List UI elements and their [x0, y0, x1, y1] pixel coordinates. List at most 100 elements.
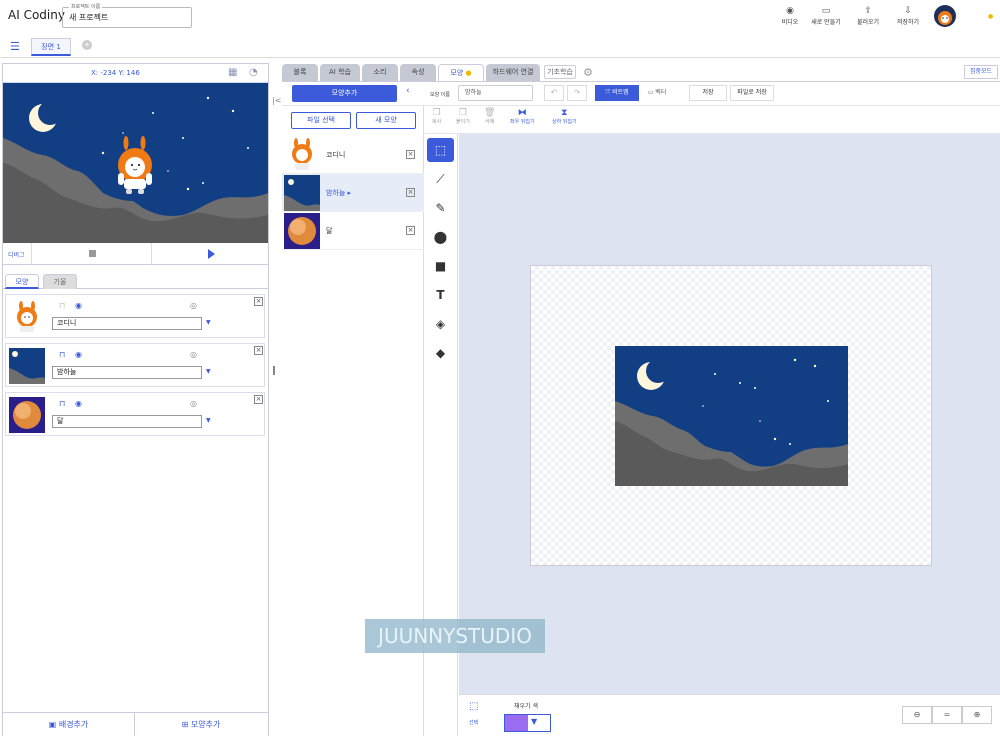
add-scene-icon[interactable]: + [82, 40, 92, 50]
object-thumbnail [9, 348, 45, 384]
close-icon[interactable]: × [406, 188, 415, 197]
costume-item[interactable]: 달 × [282, 212, 424, 250]
object-name-input[interactable]: 달 [52, 415, 202, 428]
circle-tool-icon[interactable]: ⬤ [427, 225, 454, 249]
chevron-down-icon[interactable]: ▼ [206, 417, 211, 424]
tab-blocks[interactable]: 블록 [282, 64, 318, 81]
left-panel: X: -234 Y: 146 ▦ ◔ 디버그 모양 기울 ⊓ ◉ ◎ × 코디니… [2, 63, 269, 736]
hide-eye-icon[interactable]: ◎ [190, 301, 197, 310]
object-item-night-sky[interactable]: ⊓ ◉ ◎ × 밤하늘 ▼ [5, 343, 265, 387]
new-button[interactable]: ▭ 새로 만들기 [806, 6, 846, 26]
lock-icon[interactable]: ⊓ [59, 399, 65, 408]
chevron-down-icon[interactable]: ▼ [206, 319, 211, 326]
text-tool-icon[interactable]: T [427, 283, 454, 307]
load-button[interactable]: ⇪ 불러오기 [848, 6, 888, 26]
save-to-file-button[interactable]: 파일로 저장 [730, 85, 774, 101]
collapse-icon[interactable]: |< [272, 96, 281, 105]
lock-icon[interactable]: ⊓ [59, 350, 65, 359]
save-button[interactable]: ⇩ 저장하기 [888, 6, 928, 26]
tab-properties[interactable]: 속성 [400, 64, 436, 81]
fill-color-swatch [505, 715, 528, 731]
chevron-down-icon[interactable]: ▼ [206, 368, 211, 375]
costume-name-input[interactable]: 밤하늘 [458, 85, 533, 101]
focus-mode-button[interactable]: 집중모드 [964, 65, 998, 79]
tab-basic-learning[interactable]: 기초학습 [544, 65, 576, 79]
gear-icon[interactable]: ⚙ [580, 64, 596, 81]
tab-shape[interactable]: 모양 [5, 274, 39, 289]
line-tool-icon[interactable]: ⟋ [427, 167, 454, 191]
save-costume-button[interactable]: 저장 [689, 85, 727, 101]
eye-icon[interactable]: ◉ [75, 301, 82, 310]
eraser-tool-icon[interactable]: ◆ [427, 341, 454, 365]
app-logo[interactable]: AI Codiny [8, 8, 65, 22]
paste-button[interactable]: ❐ 붙이기 [456, 108, 470, 125]
project-name-field[interactable]: 프로젝트 이름 새 프로젝트 [62, 3, 192, 28]
add-background-button[interactable]: ▣ 배경추가 [3, 713, 135, 736]
object-item-moon[interactable]: ⊓ ◉ ◎ × 달 ▼ [5, 392, 265, 436]
bitmap-mode-button[interactable]: ⤧ 비트맵 [595, 85, 639, 101]
eye-icon[interactable]: ◉ [75, 350, 82, 359]
stage-canvas[interactable] [3, 83, 268, 243]
zoom-in-button[interactable]: ⊕ [962, 706, 992, 724]
vector-mode-button[interactable]: ▭ 벡터 [639, 85, 675, 101]
close-icon[interactable]: × [254, 346, 263, 355]
copy-button[interactable]: ❐ 복사 [432, 108, 441, 125]
unlock-icon[interactable]: ⊓ [59, 301, 65, 310]
add-shape-button[interactable]: ⊞ 모양추가 [135, 713, 267, 736]
project-name-input[interactable]: 새 프로젝트 [69, 12, 108, 23]
tab-ai-learning[interactable]: AI 학습 [320, 64, 360, 81]
fill-tool-icon[interactable]: ◈ [427, 312, 454, 336]
tab-hardware[interactable]: 하드웨어 연결 [486, 64, 540, 81]
object-item-codiny[interactable]: ⊓ ◉ ◎ × 코디니 ▼ [5, 294, 265, 338]
tab-tilt[interactable]: 기울 [43, 274, 77, 289]
hide-eye-icon[interactable]: ◎ [190, 399, 197, 408]
file-select-button[interactable]: 파일 선택 [291, 112, 351, 129]
mouse-coords: X: -234 Y: 146 [91, 69, 140, 77]
stop-button[interactable] [89, 250, 96, 257]
fill-color-picker[interactable]: ▼ [504, 714, 551, 732]
hide-eye-icon[interactable]: ◎ [190, 350, 197, 359]
flip-vertical-button[interactable]: ⧗ 상하 뒤집기 [552, 108, 577, 125]
costume-item[interactable]: 코디니 × [282, 136, 424, 174]
stage-toolbar: X: -234 Y: 146 ▦ ◔ [3, 64, 268, 83]
new-file-icon: ▭ [821, 6, 831, 16]
zoom-out-button[interactable]: ⊖ [902, 706, 932, 724]
object-name-input[interactable]: 밤하늘 [52, 366, 202, 379]
close-icon[interactable]: × [406, 150, 415, 159]
play-button[interactable] [208, 249, 215, 259]
object-name-input[interactable]: 코디니 [52, 317, 202, 330]
close-icon[interactable]: × [254, 395, 263, 404]
grid-icon[interactable]: ▦ [228, 67, 237, 78]
delete-button[interactable]: 🗑 삭제 [484, 108, 495, 125]
close-icon[interactable]: × [406, 226, 415, 235]
eye-icon[interactable]: ◉ [75, 399, 82, 408]
flip-horizontal-button[interactable]: ⧓ 좌우 뒤집기 [510, 108, 535, 125]
select-cursor-icon[interactable]: ⬚ [469, 701, 478, 712]
avatar[interactable] [934, 5, 956, 27]
costume-item-selected[interactable]: 밤하늘 ▸ × [282, 174, 424, 212]
tab-shape[interactable]: 모양 ● [438, 64, 484, 81]
scene-bar: ☰ 장면 1 + [0, 34, 1000, 58]
paint-canvas-area[interactable] [459, 134, 1000, 694]
chevron-down-icon[interactable]: ▼ [531, 717, 537, 726]
scene-tab-1[interactable]: 장면 1 [31, 38, 71, 56]
tab-sound[interactable]: 소리 [362, 64, 398, 81]
undo-icon[interactable]: ↶ [544, 85, 564, 101]
zoom-reset-button[interactable]: = [932, 706, 962, 724]
brush-tool-icon[interactable]: ✎ [427, 196, 454, 220]
video-button[interactable]: ◉ 비디오 [770, 6, 810, 26]
upload-icon: ⇪ [864, 6, 872, 16]
rectangle-tool-icon[interactable]: ■ [427, 254, 454, 278]
back-chevron-icon[interactable]: ‹ [406, 86, 410, 96]
paint-canvas[interactable] [530, 265, 932, 566]
close-icon[interactable]: × [254, 297, 263, 306]
add-costume-button[interactable]: 모양추가 [292, 85, 397, 102]
speed-icon[interactable]: ◔ [249, 67, 258, 78]
debug-button[interactable]: 디버그 [8, 250, 25, 259]
select-tool-icon[interactable]: ⬚ [427, 138, 454, 162]
new-shape-button[interactable]: 새 모양 [356, 112, 416, 129]
resize-handle[interactable] [273, 366, 275, 375]
notification-icon[interactable]: ● [988, 13, 993, 20]
list-icon[interactable]: ☰ [10, 40, 20, 53]
redo-icon[interactable]: ↷ [567, 85, 587, 101]
